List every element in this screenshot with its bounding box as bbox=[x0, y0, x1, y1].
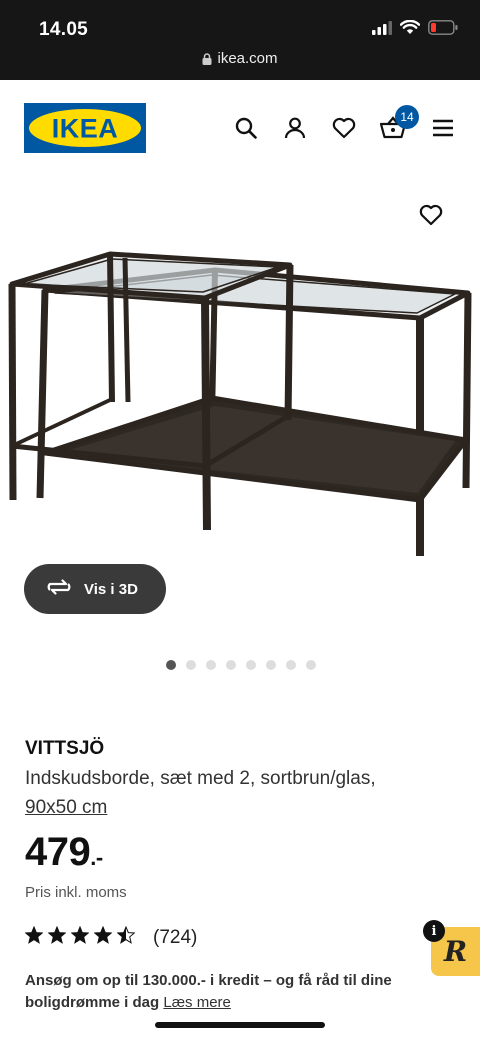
battery-low-icon bbox=[428, 20, 458, 40]
r-widget-letter: R bbox=[443, 935, 468, 968]
carousel-dot[interactable] bbox=[226, 660, 236, 670]
price-suffix: .- bbox=[90, 845, 103, 870]
view-3d-label: Vis i 3D bbox=[84, 580, 138, 598]
info-icon[interactable]: i bbox=[423, 920, 445, 942]
site-header: IKEA bbox=[0, 80, 480, 178]
carousel-dot[interactable] bbox=[206, 660, 216, 670]
rating-count: (724) bbox=[153, 926, 198, 948]
product-price: 479.- bbox=[25, 830, 103, 875]
carousel-dot[interactable] bbox=[266, 660, 276, 670]
url-bar[interactable]: ikea.com bbox=[0, 50, 480, 69]
url-text: ikea.com bbox=[217, 50, 278, 67]
product-description: Indskudsborde, sæt med 2, sortbrun/glas, bbox=[25, 768, 376, 789]
image-carousel-dots bbox=[166, 660, 316, 670]
vat-note: Pris inkl. moms bbox=[25, 884, 127, 901]
star-icon bbox=[116, 925, 136, 949]
lock-icon bbox=[202, 52, 212, 69]
star-icon bbox=[70, 925, 90, 949]
carousel-dot[interactable] bbox=[246, 660, 256, 670]
product-rating[interactable]: (724) bbox=[24, 925, 198, 949]
logo-text: IKEA bbox=[52, 114, 119, 144]
product-size-link[interactable]: 90x50 cm bbox=[25, 797, 107, 819]
rotate-3d-icon bbox=[46, 578, 72, 600]
star-icon bbox=[24, 925, 44, 949]
info-icon-label: i bbox=[431, 923, 437, 939]
ikea-logo[interactable]: IKEA bbox=[24, 103, 146, 153]
carousel-dot[interactable] bbox=[186, 660, 196, 670]
read-more-link[interactable]: Læs mere bbox=[163, 994, 231, 1011]
status-time: 14.05 bbox=[39, 19, 89, 40]
credit-banner: Ansøg om op til 130.000.- i kredit – og … bbox=[25, 970, 425, 1014]
carousel-dot[interactable] bbox=[166, 660, 176, 670]
cart-count-badge: 14 bbox=[395, 105, 419, 129]
carousel-dot[interactable] bbox=[286, 660, 296, 670]
product-favorite-icon[interactable] bbox=[416, 200, 446, 230]
status-icons bbox=[372, 19, 458, 40]
product-brand: VITTSJÖ bbox=[25, 738, 105, 759]
view-3d-button[interactable]: Vis i 3D bbox=[24, 564, 166, 614]
account-icon[interactable] bbox=[281, 114, 309, 142]
price-value: 479 bbox=[25, 830, 91, 874]
status-bar: 14.05 ikea.com bbox=[0, 0, 480, 80]
search-icon[interactable] bbox=[232, 114, 260, 142]
signal-icon bbox=[372, 20, 392, 40]
menu-icon[interactable] bbox=[429, 114, 457, 142]
star-icon bbox=[47, 925, 67, 949]
carousel-dot[interactable] bbox=[306, 660, 316, 670]
rating-stars bbox=[24, 925, 136, 949]
wifi-icon bbox=[399, 19, 421, 40]
wishlist-icon[interactable] bbox=[330, 114, 358, 142]
home-indicator[interactable] bbox=[155, 1022, 325, 1028]
star-icon bbox=[93, 925, 113, 949]
